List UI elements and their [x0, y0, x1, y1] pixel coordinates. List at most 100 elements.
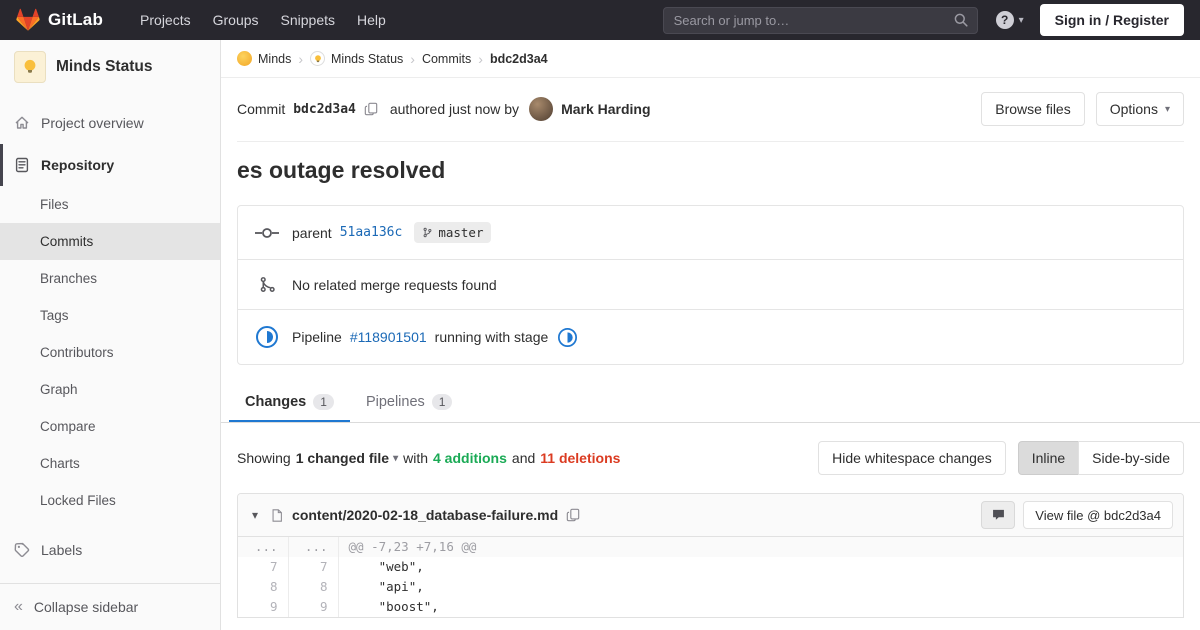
changed-files-dropdown[interactable]: 1 changed file ▾: [296, 450, 398, 466]
chevron-down-icon: ▾: [393, 452, 399, 464]
chevron-down-icon: ▾: [1164, 103, 1170, 115]
nav-groups[interactable]: Groups: [202, 0, 270, 40]
sidebar-item-locked-files[interactable]: Locked Files: [0, 482, 220, 519]
chevron-right-icon: ›: [478, 50, 483, 67]
branch-badge[interactable]: master: [414, 222, 492, 243]
nav-snippets[interactable]: Snippets: [270, 0, 346, 40]
help-dropdown[interactable]: ? ▾: [995, 11, 1024, 29]
diff-view-toggle: Inline Side-by-side: [1017, 441, 1184, 475]
gitlab-tanuki-icon: [16, 8, 40, 32]
breadcrumb-commits-link[interactable]: Commits: [422, 52, 471, 66]
new-line-number[interactable]: 8: [288, 577, 339, 597]
copy-file-path-icon[interactable]: [566, 508, 580, 522]
hide-whitespace-button[interactable]: Hide whitespace changes: [818, 441, 1006, 475]
changed-file-count: 1 changed file: [295, 450, 390, 466]
deletions-count: 11 deletions: [540, 450, 621, 466]
hunk-row: ... ... @@ -7,23 +7,16 @@: [238, 537, 1183, 557]
diff-file-path-link[interactable]: content/2020-02-18_database-failure.md: [292, 507, 558, 523]
sidebar-item-commits[interactable]: Commits: [0, 223, 220, 260]
breadcrumb-project-label: Minds Status: [331, 51, 404, 66]
sidebar-item-files[interactable]: Files: [0, 186, 220, 223]
copy-sha-icon[interactable]: [364, 102, 378, 116]
tab-pipelines[interactable]: Pipelines 1: [350, 381, 469, 422]
project-name: Minds Status: [56, 58, 153, 75]
project-sidebar: Minds Status Project overview Repository…: [0, 40, 221, 630]
diff-line: 8 8 "api",: [238, 577, 1183, 597]
browse-files-button[interactable]: Browse files: [981, 92, 1085, 126]
nav-help[interactable]: Help: [346, 0, 397, 40]
nav-projects[interactable]: Projects: [129, 0, 202, 40]
options-label: Options: [1109, 101, 1158, 117]
collapse-sidebar-button[interactable]: « Collapse sidebar: [0, 583, 220, 630]
and-label: and: [511, 450, 536, 466]
commit-label: Commit: [237, 101, 286, 117]
view-file-button[interactable]: View file @ bdc2d3a4: [1023, 501, 1173, 529]
gitlab-logo-link[interactable]: GitLab: [16, 8, 103, 32]
sign-in-button[interactable]: Sign in / Register: [1039, 4, 1184, 36]
branch-name: master: [438, 225, 484, 240]
breadcrumb-commits-label: Commits: [421, 51, 472, 66]
tab-changes-label: Changes: [245, 393, 307, 410]
options-dropdown-button[interactable]: Options ▾: [1095, 92, 1184, 126]
breadcrumb-group-label: Minds: [258, 51, 292, 66]
git-commit-icon: [254, 226, 280, 240]
commit-title: es outage resolved: [237, 157, 446, 183]
new-line-number[interactable]: 9: [288, 597, 339, 617]
sidebar-item-label: Repository: [41, 157, 115, 173]
old-line-number[interactable]: 7: [238, 557, 289, 577]
group-avatar: [237, 51, 252, 66]
pipeline-id-link[interactable]: #118901501: [350, 329, 427, 345]
project-context-link[interactable]: Minds Status: [0, 40, 220, 94]
label-tag-icon: [14, 542, 30, 558]
tab-changes[interactable]: Changes 1: [229, 381, 350, 422]
chevron-right-icon: ›: [410, 50, 415, 67]
hunk-old-cell: ...: [238, 537, 289, 557]
sidebar-item-compare[interactable]: Compare: [0, 408, 220, 445]
sidebar-item-charts[interactable]: Charts: [0, 445, 220, 482]
sidebar-item-tags[interactable]: Tags: [0, 297, 220, 334]
breadcrumb-project-link[interactable]: Minds Status: [310, 51, 403, 66]
diff-file: ▾ content/2020-02-18_database-failure.md: [237, 493, 1184, 618]
inline-view-button[interactable]: Inline: [1017, 441, 1080, 475]
old-line-number[interactable]: 8: [238, 577, 289, 597]
stage-running-icon[interactable]: [558, 327, 578, 347]
author-avatar[interactable]: [529, 97, 554, 121]
lightbulb-icon: [24, 59, 36, 73]
old-line-number[interactable]: 9: [238, 597, 289, 617]
search-icon: [953, 12, 969, 28]
commit-tabs: Changes 1 Pipelines 1: [221, 381, 1200, 423]
toggle-comments-button[interactable]: [981, 501, 1016, 529]
merge-requests-row: No related merge requests found: [238, 259, 1183, 309]
changes-count-badge: 1: [313, 393, 334, 410]
diff-summary-bar: Showing 1 changed file ▾ with 4 addition…: [237, 441, 1184, 475]
commit-header: Commit bdc2d3a4 authored just now by Mar…: [237, 78, 1184, 142]
comment-icon: [992, 509, 1004, 520]
sidebar-item-contributors[interactable]: Contributors: [0, 334, 220, 371]
sidebar-item-label: Project overview: [41, 115, 144, 131]
author-name-link[interactable]: Mark Harding: [561, 101, 650, 117]
pipeline-label: Pipeline: [292, 329, 342, 345]
collapse-diff-icon[interactable]: ▾: [248, 508, 262, 522]
search-input[interactable]: [662, 6, 978, 34]
sidebar-item-label: Labels: [41, 542, 83, 558]
side-by-side-view-button[interactable]: Side-by-side: [1078, 441, 1184, 475]
commit-sha: bdc2d3a4: [293, 101, 356, 117]
brand-name: GitLab: [48, 10, 104, 29]
breadcrumb-group-link[interactable]: Minds: [237, 51, 291, 66]
new-line-number[interactable]: 7: [288, 557, 339, 577]
sidebar-item-labels[interactable]: Labels: [0, 529, 220, 571]
with-label: with: [403, 450, 428, 466]
sidebar-item-graph[interactable]: Graph: [0, 371, 220, 408]
sidebar-item-repository[interactable]: Repository: [0, 144, 220, 186]
sidebar-item-branches[interactable]: Branches: [0, 260, 220, 297]
diff-file-header: ▾ content/2020-02-18_database-failure.md: [238, 494, 1183, 537]
breadcrumb-commit-sha: bdc2d3a4: [489, 51, 548, 66]
top-navbar: GitLab Projects Groups Snippets Help ? ▾…: [0, 0, 1200, 40]
sidebar-item-project-overview[interactable]: Project overview: [0, 102, 220, 144]
project-avatar: [14, 51, 46, 83]
no-merge-requests-text: No related merge requests found: [292, 276, 497, 293]
parent-sha-link[interactable]: 51aa136c: [340, 225, 403, 240]
home-icon: [14, 115, 30, 131]
pipeline-row: Pipeline #118901501 running with stage: [238, 309, 1183, 364]
branch-icon: [423, 227, 432, 238]
